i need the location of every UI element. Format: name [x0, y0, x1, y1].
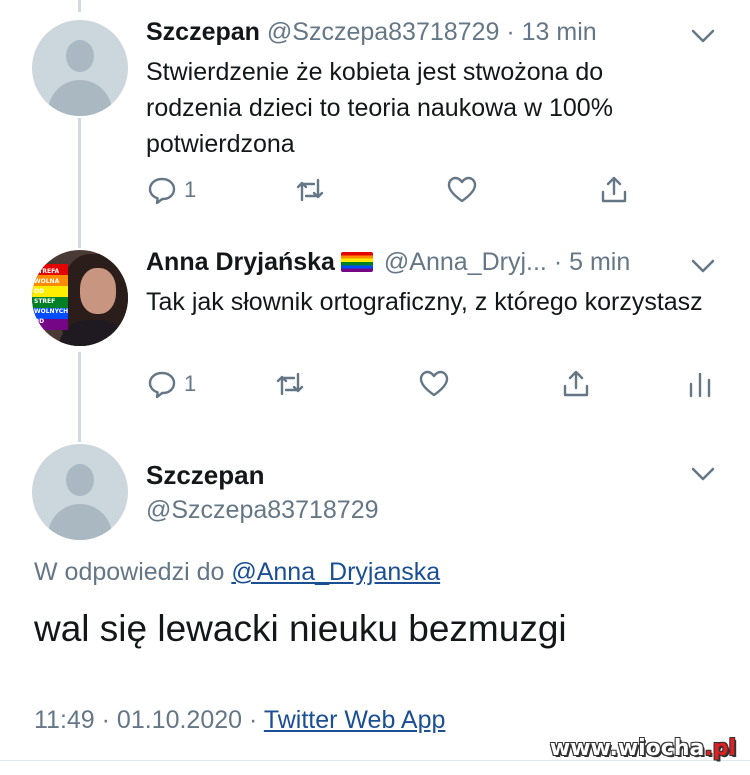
thread-line-top [78, 0, 81, 12]
author-handle[interactable]: @Anna_Dryj... [384, 248, 547, 276]
share-button[interactable] [598, 170, 630, 210]
tweet-source-link[interactable]: Twitter Web App [264, 706, 446, 734]
author-name[interactable]: Szczepan [146, 18, 260, 46]
tweet-time[interactable]: 13 min [522, 18, 597, 46]
reply-prefix: W odpowiedzi do [34, 558, 225, 586]
retweet-icon [296, 178, 324, 202]
retweet-button[interactable] [274, 364, 306, 404]
tweet-text: wal się lewacki nieuku bezmuzgi [34, 608, 567, 649]
chevron-down-icon[interactable] [690, 464, 716, 484]
avatar[interactable]: STREFA WOLNA OD STREF WOLNYCH OD [32, 250, 128, 346]
author-handle[interactable]: @Szczepa83718729 [146, 496, 379, 525]
thread-line-2 [78, 352, 81, 442]
tweet-datetime[interactable]: 11:49 · 01.10.2020 [34, 706, 242, 734]
author-handle[interactable]: @Szczepa83718729 [267, 18, 500, 46]
share-icon [601, 176, 627, 203]
like-button[interactable] [418, 364, 450, 404]
reply-context: W odpowiedzi do @Anna_Dryjanska [34, 558, 440, 587]
tweet-actions: 1 [146, 364, 716, 404]
separator: · [553, 248, 563, 276]
avatar[interactable] [32, 444, 128, 540]
tweet-time[interactable]: 5 min [569, 248, 630, 276]
tweet-actions: 1 [146, 170, 716, 210]
tweet-header: Szczepan @Szczepa83718729 · 13 min [146, 18, 597, 47]
tweet-text: Stwierdzenie że kobieta jest stwożona do… [146, 58, 613, 158]
watermark: www.wiocha.pl [549, 736, 736, 761]
reply-icon [148, 177, 176, 205]
tweet-timestamp: 11:49 · 01.10.2020 · Twitter Web App [34, 706, 445, 735]
separator: · [249, 706, 258, 734]
share-icon [563, 370, 589, 397]
reply-count: 1 [184, 371, 197, 396]
heart-icon [419, 370, 449, 397]
retweet-button[interactable] [294, 170, 326, 210]
reply-count: 1 [184, 177, 197, 202]
tweet-text: Tak jak słownik ortograficzny, z którego… [146, 288, 703, 316]
analytics-button[interactable] [684, 364, 716, 404]
tweet-header: Anna Dryjańska @Anna_Dryj... · 5 min [146, 248, 630, 277]
chevron-down-icon[interactable] [690, 256, 716, 276]
rainbow-flag-icon [340, 252, 373, 272]
reply-to-link[interactable]: @Anna_Dryjanska [231, 558, 440, 586]
avatar[interactable] [32, 20, 128, 116]
chevron-down-icon[interactable] [690, 26, 716, 46]
author-name[interactable]: Szczepan [146, 460, 265, 491]
heart-icon [447, 176, 477, 203]
rainbow-flag-badge: STREFA WOLNA OD STREF WOLNYCH OD [32, 264, 68, 330]
retweet-icon [276, 372, 304, 396]
share-button[interactable] [560, 364, 592, 404]
separator: · [506, 18, 515, 46]
thread-line-1 [78, 118, 81, 248]
reply-icon [148, 371, 176, 399]
reply-button[interactable]: 1 [146, 170, 196, 210]
reply-button[interactable]: 1 [146, 364, 196, 404]
like-button[interactable] [446, 170, 478, 210]
analytics-icon [689, 372, 711, 398]
author-name[interactable]: Anna Dryjańska [146, 248, 335, 276]
